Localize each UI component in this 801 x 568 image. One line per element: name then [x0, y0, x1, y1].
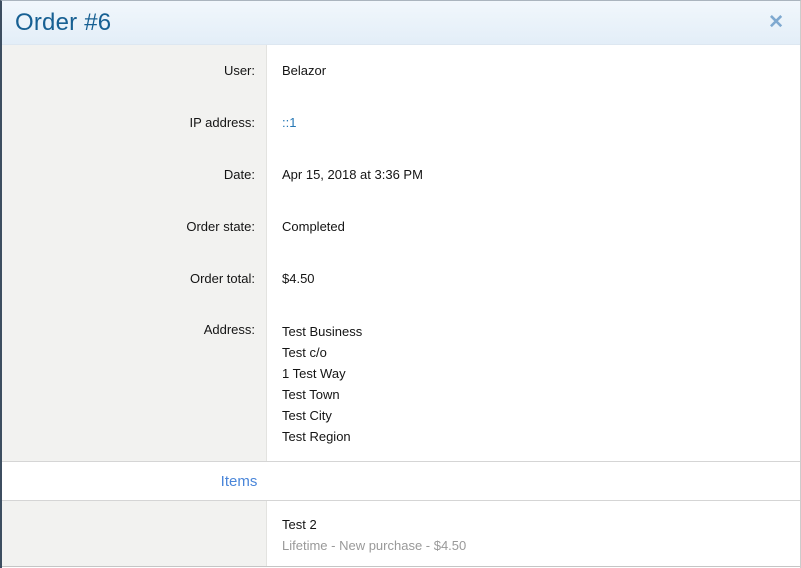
field-value-order-state: Completed: [267, 201, 800, 253]
address-line: Test c/o: [282, 342, 800, 363]
field-label-order-state: Order state:: [2, 201, 267, 253]
ip-address-link[interactable]: ::1: [282, 115, 296, 130]
order-detail-modal: Order #6 ✕ User: Belazor IP address: ::1…: [0, 0, 801, 568]
field-row-order-state: Order state: Completed: [2, 201, 800, 253]
field-row-address: Address: Test Business Test c/o 1 Test W…: [2, 305, 800, 461]
order-item-name: Test 2: [282, 514, 800, 535]
field-row-user: User: Belazor: [2, 45, 800, 97]
address-line: Test City: [282, 405, 800, 426]
items-section-header: Items: [2, 461, 800, 501]
field-label-order-total: Order total:: [2, 253, 267, 305]
modal-title: Order #6: [15, 9, 111, 37]
field-label-user: User:: [2, 45, 267, 97]
field-row-order-total: Order total: $4.50: [2, 253, 800, 305]
field-value-user: Belazor: [267, 45, 800, 97]
field-value-address: Test Business Test c/o 1 Test Way Test T…: [267, 305, 800, 461]
items-section-title: Items: [2, 473, 476, 490]
close-icon[interactable]: ✕: [768, 13, 784, 32]
order-item-label-spacer: [2, 501, 267, 566]
field-value-date: Apr 15, 2018 at 3:36 PM: [267, 149, 800, 201]
field-row-date: Date: Apr 15, 2018 at 3:36 PM: [2, 149, 800, 201]
field-label-address: Address:: [2, 305, 267, 461]
field-label-ip-address: IP address:: [2, 97, 267, 149]
address-line: Test Business: [282, 321, 800, 342]
address-line: 1 Test Way: [282, 363, 800, 384]
order-item-details: Test 2 Lifetime - New purchase - $4.50: [267, 501, 800, 566]
address-line: Test Town: [282, 384, 800, 405]
order-item-description: Lifetime - New purchase - $4.50: [282, 535, 800, 556]
field-row-ip-address: IP address: ::1: [2, 97, 800, 149]
field-label-date: Date:: [2, 149, 267, 201]
modal-header: Order #6 ✕: [2, 1, 800, 45]
order-item-row: Test 2 Lifetime - New purchase - $4.50: [2, 501, 800, 567]
address-line: Test Region: [282, 426, 800, 447]
field-value-ip-address: ::1: [267, 97, 800, 149]
field-value-order-total: $4.50: [267, 253, 800, 305]
